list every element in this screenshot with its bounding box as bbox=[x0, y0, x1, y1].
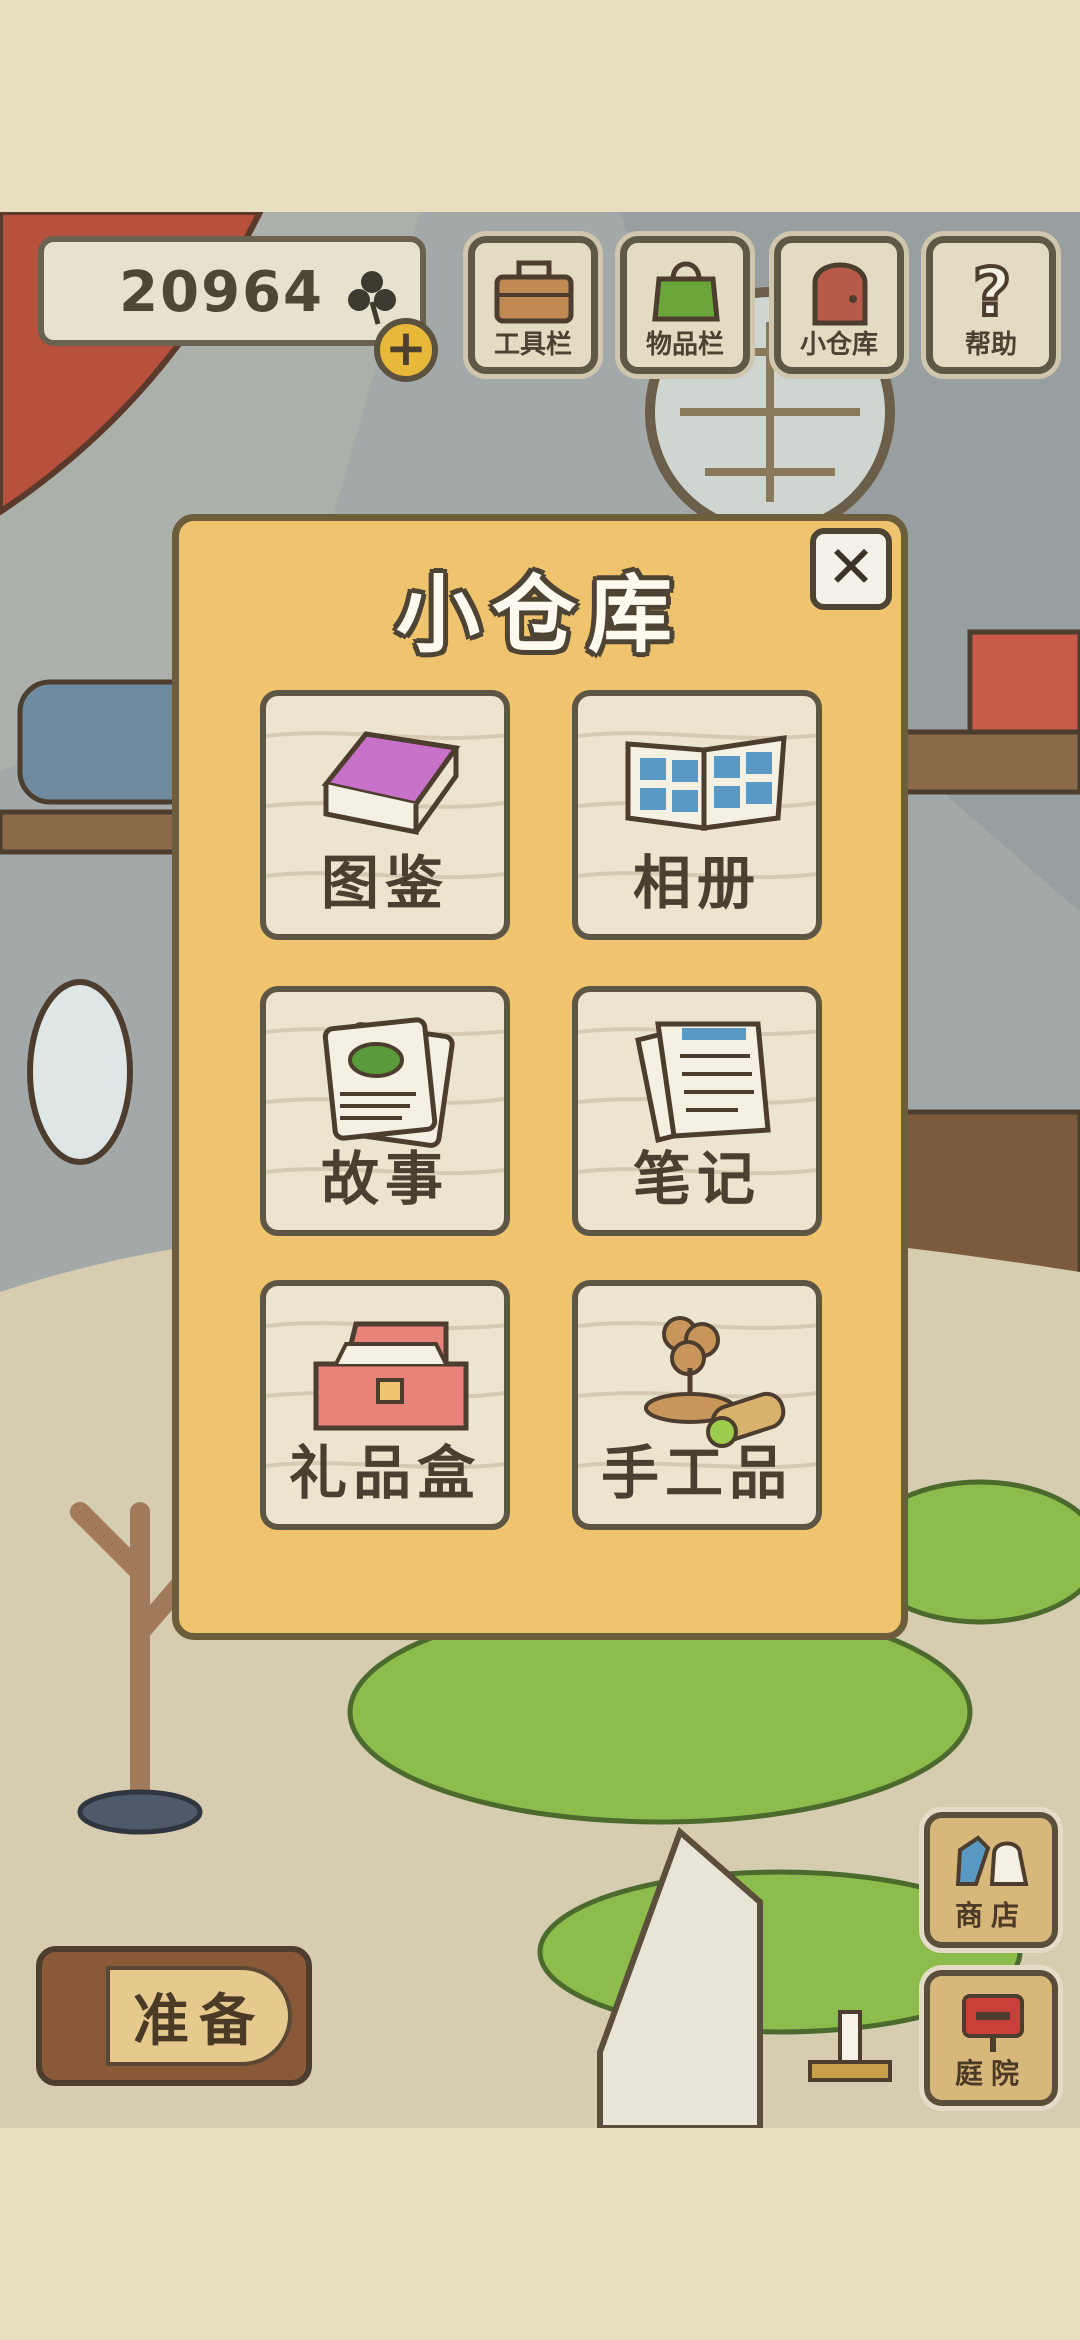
shop-button[interactable]: 商店 bbox=[924, 1812, 1058, 1948]
tile-label: 相册 bbox=[632, 849, 761, 917]
yard-label: 庭院 bbox=[954, 2057, 1027, 2090]
dialog-title: 小仓库 bbox=[395, 566, 684, 664]
help-label: 帮助 bbox=[964, 330, 1017, 360]
question-icon: ? bbox=[945, 249, 1039, 333]
storage-label: 小仓库 bbox=[799, 330, 878, 360]
shop-icon bbox=[948, 1824, 1038, 1898]
toolbox-icon bbox=[487, 249, 581, 333]
book-icon bbox=[306, 714, 466, 848]
items-button[interactable]: 物品栏 bbox=[620, 236, 750, 374]
tile-gift-box[interactable]: 礼品盒 bbox=[260, 1280, 510, 1530]
close-button[interactable]: ✕ bbox=[810, 528, 892, 610]
tile-album[interactable]: 相册 bbox=[572, 690, 822, 940]
yard-button[interactable]: 庭院 bbox=[924, 1970, 1058, 2106]
tile-encyclopedia[interactable]: 图鉴 bbox=[260, 690, 510, 940]
tile-label: 故事 bbox=[320, 1145, 449, 1213]
tile-notes[interactable]: 笔记 bbox=[572, 986, 822, 1236]
mailbox-icon bbox=[948, 1982, 1038, 2056]
clover-amount: 20964 bbox=[119, 260, 324, 325]
items-label: 物品栏 bbox=[645, 330, 724, 360]
add-clover-button[interactable]: + bbox=[374, 318, 438, 382]
toolbar-label: 工具栏 bbox=[493, 330, 572, 360]
storage-button[interactable]: 小仓库 bbox=[774, 236, 904, 374]
tile-label: 手工品 bbox=[600, 1439, 793, 1507]
prepare-label: 准备 bbox=[133, 1989, 265, 2054]
tile-label: 礼品盒 bbox=[288, 1439, 481, 1507]
toolbar-button[interactable]: 工具栏 bbox=[468, 236, 598, 374]
door-icon bbox=[793, 249, 887, 333]
bag-icon bbox=[639, 249, 733, 333]
shop-label: 商店 bbox=[954, 1899, 1027, 1932]
close-icon: ✕ bbox=[826, 533, 876, 601]
album-icon bbox=[618, 714, 798, 848]
svg-text:?: ? bbox=[973, 254, 1011, 329]
tile-story[interactable]: 故事 bbox=[260, 986, 510, 1236]
tile-label: 笔记 bbox=[632, 1145, 761, 1213]
tile-label: 图鉴 bbox=[320, 849, 449, 917]
help-button[interactable]: ? 帮助 bbox=[926, 236, 1056, 374]
tile-crafts[interactable]: 手工品 bbox=[572, 1280, 822, 1530]
clover-counter: 20964 bbox=[38, 236, 426, 346]
prepare-button[interactable]: 准备 bbox=[36, 1946, 312, 2086]
